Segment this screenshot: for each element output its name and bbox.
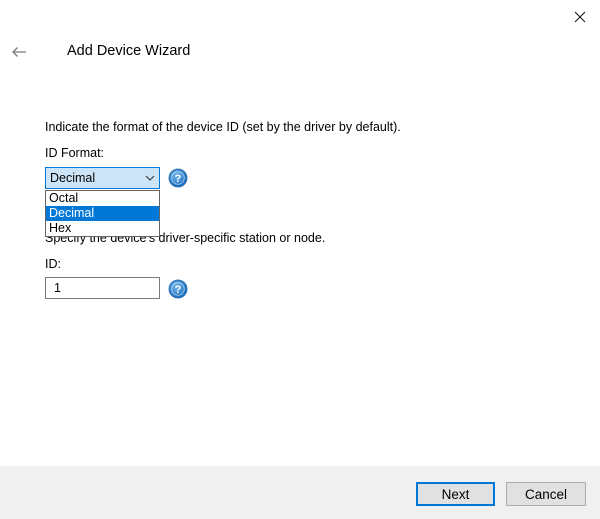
cancel-button[interactable]: Cancel (506, 482, 586, 506)
wizard-title: Add Device Wizard (67, 43, 191, 59)
dropdown-toggle[interactable] (141, 168, 159, 188)
id-label: ID: (45, 257, 61, 271)
next-button[interactable]: Next (416, 482, 495, 506)
close-button[interactable] (566, 4, 594, 30)
help-icon[interactable]: ? (168, 279, 188, 299)
id-format-combobox[interactable]: Decimal (45, 167, 160, 189)
help-icon[interactable]: ? (168, 168, 188, 188)
dropdown-option-hex[interactable]: Hex (46, 221, 159, 236)
svg-text:?: ? (175, 173, 182, 185)
dropdown-option-decimal[interactable]: Decimal (46, 206, 159, 221)
format-instruction: Indicate the format of the device ID (se… (45, 120, 401, 134)
id-format-dropdown-list: Octal Decimal Hex (45, 190, 160, 237)
id-format-label: ID Format: (45, 146, 105, 160)
back-arrow-icon (12, 47, 26, 57)
dropdown-option-octal[interactable]: Octal (46, 191, 159, 206)
wizard-footer: Next Cancel (0, 466, 600, 519)
svg-text:?: ? (175, 284, 182, 296)
id-input[interactable]: 1 (45, 277, 160, 299)
id-format-selected-value: Decimal (50, 171, 96, 185)
back-button[interactable] (6, 40, 32, 64)
close-icon (574, 11, 586, 23)
add-device-wizard-window: Add Device Wizard Indicate the format of… (0, 0, 600, 519)
chevron-down-icon (145, 175, 155, 181)
